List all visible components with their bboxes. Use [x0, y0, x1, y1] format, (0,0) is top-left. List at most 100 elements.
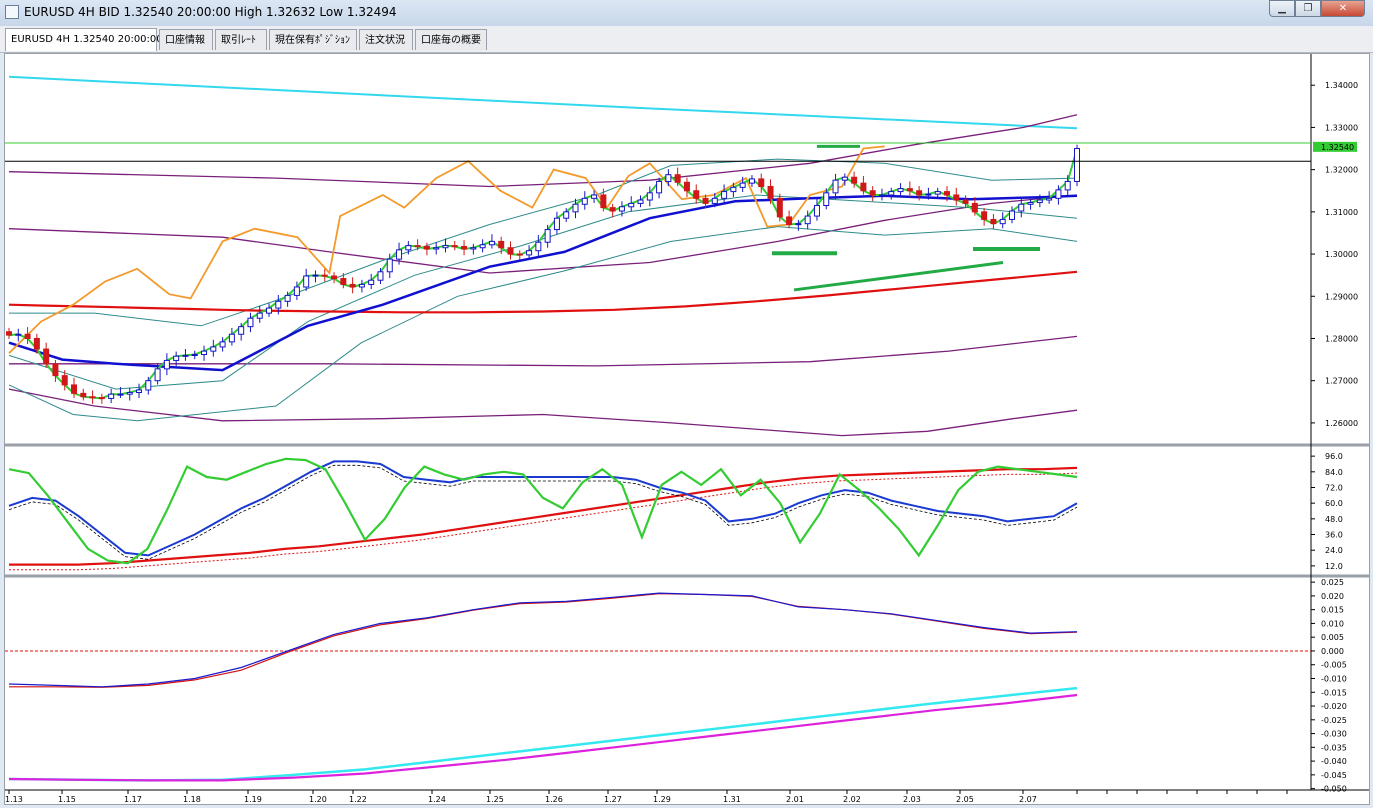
y3-tick-label: 0.015: [1321, 606, 1344, 615]
candle-body: [1046, 197, 1053, 201]
y2-tick-label: 96.0: [1325, 452, 1343, 461]
candle-body: [683, 181, 690, 192]
candle-body: [1027, 202, 1034, 205]
candle-body: [238, 326, 245, 335]
candle-body: [414, 245, 421, 248]
candle-body: [80, 392, 87, 398]
candle-body: [340, 278, 347, 285]
y3-tick-label: -0.050: [1321, 785, 1347, 794]
y-tick-label: 1.33000: [1325, 123, 1358, 132]
tab-account-summary[interactable]: 口座毎の概要: [415, 29, 487, 50]
candle-body: [971, 202, 978, 213]
y2-tick-label: 12.0: [1325, 562, 1343, 571]
candle-body: [163, 359, 170, 370]
close-button[interactable]: ✕: [1321, 0, 1365, 17]
y2-tick-label: 48.0: [1325, 515, 1343, 524]
tab-account-info[interactable]: 口座情報: [159, 29, 213, 50]
candle-body: [665, 174, 672, 182]
candle-body: [275, 300, 282, 309]
chart-area[interactable]: 1.34000 1.33000 1.32000 1.31000 1.30000 1.290…: [4, 53, 1370, 805]
candle-body: [851, 176, 858, 184]
candle-body: [24, 333, 31, 339]
candle-body: [1074, 148, 1080, 182]
envelope-upper: [8, 114, 1078, 188]
candle-body: [6, 331, 12, 336]
candle-body: [182, 354, 189, 357]
window-title: EURUSD 4H BID 1.32540 20:00:00 High 1.32…: [24, 5, 397, 19]
x-tick-label: 1.31: [723, 795, 741, 804]
candle-body: [869, 190, 876, 196]
x-tick-label: 1.13: [5, 795, 23, 804]
tab-bar: EURUSD 4H 1.32540 20:00:00 口座情報 取引ﾚｰﾄ 現在…: [0, 26, 1373, 53]
macd-signal-line: [9, 593, 1078, 688]
y-tick-label: 1.27000: [1325, 377, 1358, 386]
maximize-button[interactable]: ❐: [1295, 0, 1321, 17]
candle-body: [804, 215, 811, 225]
candle-body: [470, 247, 477, 250]
y3-tick-label: -0.035: [1321, 743, 1347, 752]
y2-tick-label: 24.0: [1325, 546, 1343, 555]
candle-body: [173, 355, 180, 361]
y-tick-label: 1.29000: [1325, 292, 1358, 301]
candle-body: [516, 253, 523, 256]
candle-body: [405, 245, 412, 251]
candle-body: [479, 244, 486, 249]
chart-canvas[interactable]: 1.340001.330001.320001.310001.300001.290…: [5, 54, 1369, 804]
lower-cyan-line: [8, 686, 1078, 782]
candle-body: [507, 247, 514, 255]
candle-body: [591, 194, 598, 199]
candle-body: [702, 197, 709, 204]
x-tick-label: 2.02: [843, 795, 861, 804]
candle-body: [823, 192, 830, 207]
minimize-icon: ▁: [1278, 3, 1286, 14]
y-tick-label: 1.34000: [1325, 81, 1358, 90]
candle-body: [247, 317, 254, 328]
envelope-lower-2: [8, 388, 1078, 437]
y3-tick-label: 0.005: [1321, 633, 1344, 642]
candle-body: [934, 191, 941, 195]
candle-body: [423, 245, 430, 250]
y3-tick-label: 0.000: [1321, 647, 1344, 656]
candle-body: [841, 176, 848, 181]
candle-body: [433, 247, 440, 250]
candle-body: [581, 197, 588, 205]
candle-body: [1008, 210, 1015, 220]
y-tick-label: 1.31000: [1325, 208, 1358, 217]
x-tick-label: 1.27: [604, 795, 622, 804]
tab-order-status[interactable]: 注文状況: [359, 29, 413, 50]
candle-body: [962, 199, 969, 204]
candle-body: [293, 286, 300, 296]
candle-body: [43, 348, 50, 365]
rsi-signal-line: [9, 472, 1078, 571]
trendline-top: [8, 75, 1078, 130]
tab-open-positions[interactable]: 現在保有ﾎﾟｼﾞｼｮﾝ: [269, 29, 357, 50]
candle-body: [498, 240, 505, 249]
candle-body: [368, 279, 375, 285]
tab-trade-rate[interactable]: 取引ﾚｰﾄ: [215, 29, 267, 50]
candle-body: [210, 346, 217, 352]
y3-tick-label: 0.020: [1321, 592, 1344, 601]
x-tick-label: 1.20: [309, 795, 327, 804]
candle-body: [358, 283, 365, 288]
y2-tick-label: 84.0: [1325, 468, 1343, 477]
ma-slow-line: [8, 270, 1078, 314]
candle-body: [563, 211, 570, 219]
candle-body: [1018, 203, 1025, 212]
y3-tick-label: -0.030: [1321, 730, 1347, 739]
candle-body: [656, 180, 663, 194]
x-tick-label: 2.01: [786, 795, 804, 804]
x-tick-label: 1.19: [244, 795, 262, 804]
candle-body: [758, 178, 765, 188]
candle-body: [256, 312, 263, 319]
candle-body: [999, 218, 1006, 225]
candle-body: [943, 191, 950, 196]
candle-body: [108, 393, 115, 399]
tab-chart[interactable]: EURUSD 4H 1.32540 20:00:00: [5, 28, 163, 51]
envelope-upper-2: [8, 194, 1078, 274]
minimize-button[interactable]: ▁: [1269, 0, 1295, 17]
y3-tick-label: 0.025: [1321, 578, 1344, 587]
y3-tick-label: -0.015: [1321, 688, 1347, 697]
y3-tick-label: 0.010: [1321, 619, 1344, 628]
candle-body: [535, 241, 542, 252]
candle-body: [860, 182, 867, 192]
